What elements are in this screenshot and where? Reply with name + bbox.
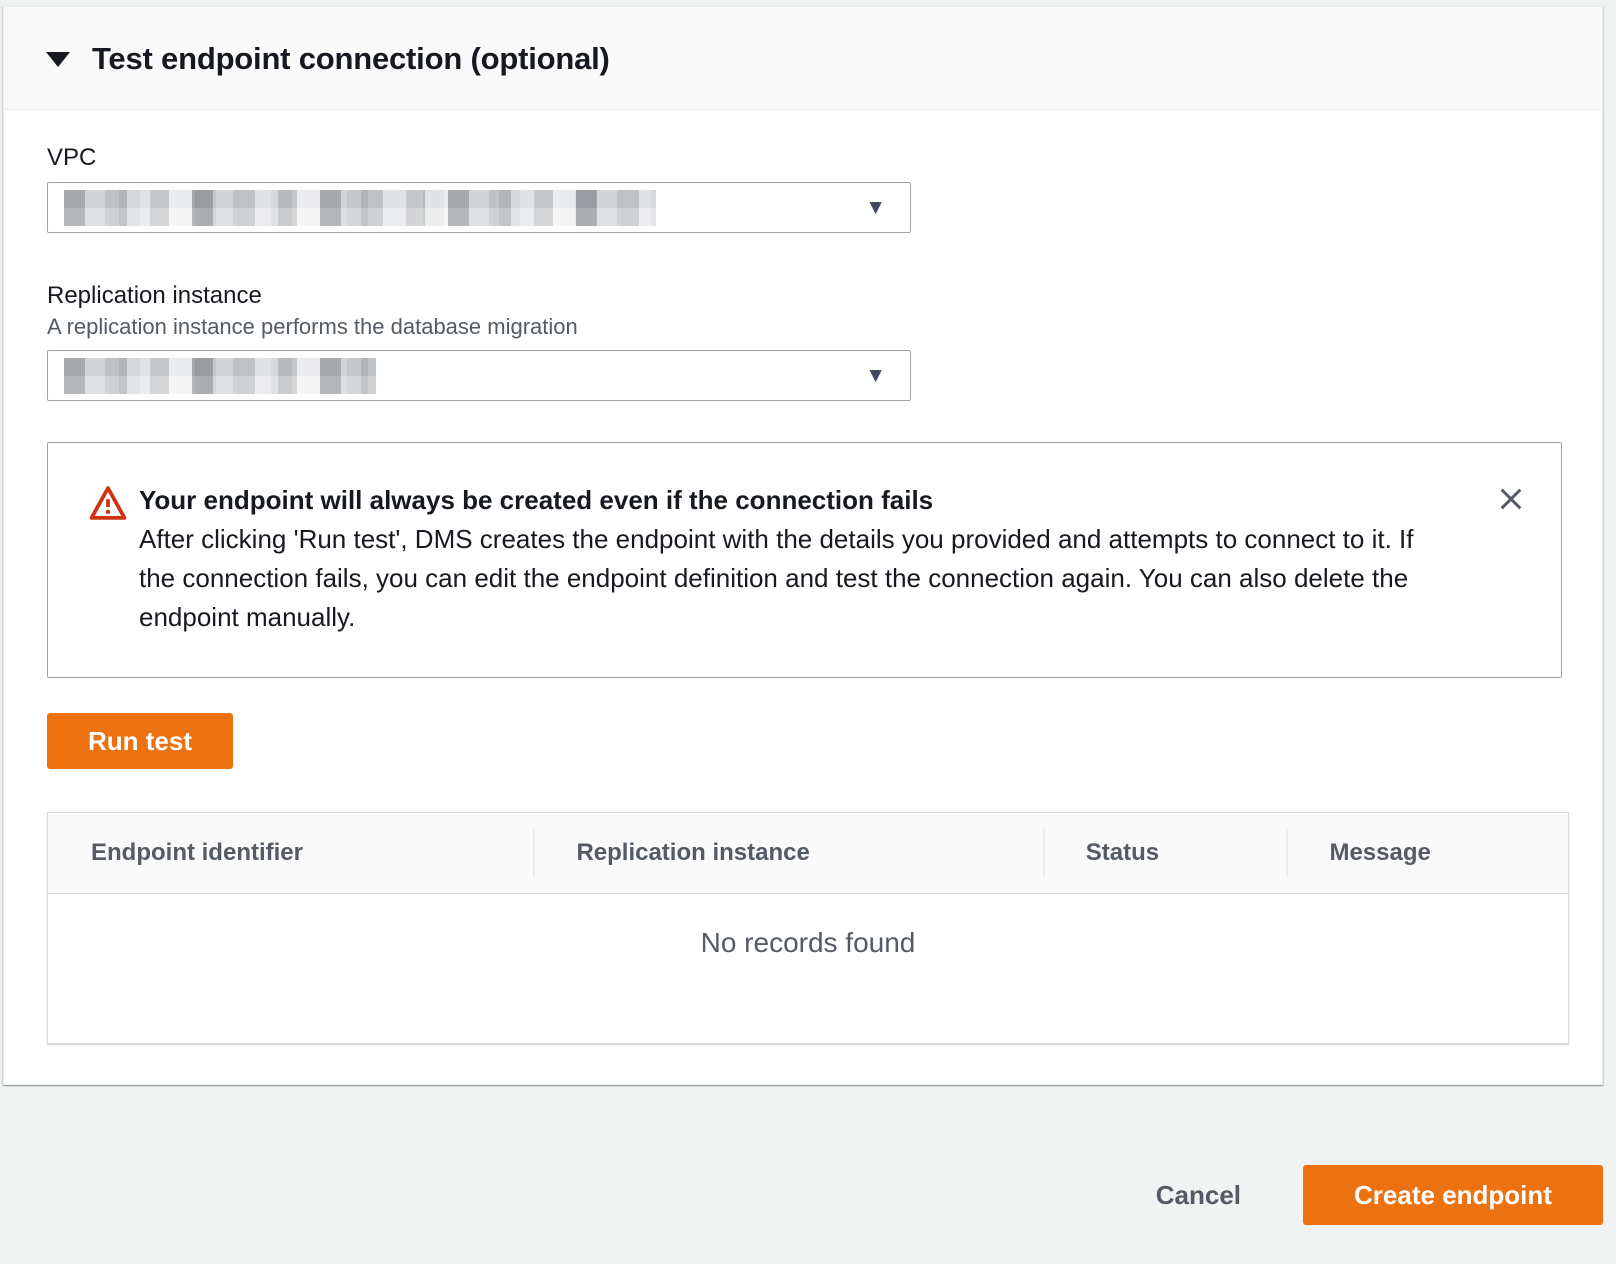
vpc-label: VPC — [47, 144, 1562, 172]
section-title: Test endpoint connection (optional) — [92, 41, 610, 77]
create-endpoint-button[interactable]: Create endpoint — [1303, 1165, 1603, 1225]
connection-results-table: Endpoint identifier Replication instance… — [47, 812, 1569, 1044]
dropdown-caret-icon: ▼ — [865, 197, 886, 218]
vpc-select[interactable]: ▼ — [47, 182, 911, 233]
table-header-row: Endpoint identifier Replication instance… — [48, 813, 1568, 894]
section-header[interactable]: Test endpoint connection (optional) — [4, 7, 1602, 110]
dropdown-caret-icon: ▼ — [865, 365, 886, 386]
section-body: VPC ▼ Replication instance A replication… — [4, 110, 1602, 1084]
replication-instance-label: Replication instance — [47, 282, 1562, 310]
run-test-button[interactable]: Run test — [47, 713, 233, 769]
column-header-endpoint-identifier: Endpoint identifier — [48, 813, 533, 893]
replication-instance-redacted-value — [64, 358, 376, 394]
collapse-caret-icon — [46, 52, 70, 67]
vpc-redacted-value — [64, 190, 656, 226]
column-header-status: Status — [1043, 813, 1287, 893]
test-endpoint-panel: Test endpoint connection (optional) VPC … — [3, 6, 1603, 1085]
table-body: No records found — [48, 894, 1568, 1043]
warning-triangle-icon — [89, 484, 127, 522]
empty-state-message: No records found — [48, 894, 1568, 959]
vpc-field: VPC ▼ — [47, 144, 1562, 233]
form-actions-footer: Cancel Create endpoint — [0, 1085, 1616, 1225]
replication-instance-description: A replication instance performs the data… — [47, 314, 1562, 340]
warning-banner: Your endpoint will always be created eve… — [47, 442, 1562, 678]
warning-body: After clicking 'Run test', DMS creates t… — [139, 520, 1439, 637]
column-header-message: Message — [1286, 813, 1568, 893]
replication-instance-select[interactable]: ▼ — [47, 350, 911, 401]
close-icon[interactable] — [1491, 479, 1531, 519]
cancel-button[interactable]: Cancel — [1136, 1180, 1261, 1211]
page: Test endpoint connection (optional) VPC … — [0, 6, 1616, 1225]
replication-instance-field: Replication instance A replication insta… — [47, 282, 1562, 401]
warning-content: Your endpoint will always be created eve… — [139, 481, 1439, 637]
column-header-replication-instance: Replication instance — [533, 813, 1042, 893]
warning-title: Your endpoint will always be created eve… — [139, 481, 1439, 520]
